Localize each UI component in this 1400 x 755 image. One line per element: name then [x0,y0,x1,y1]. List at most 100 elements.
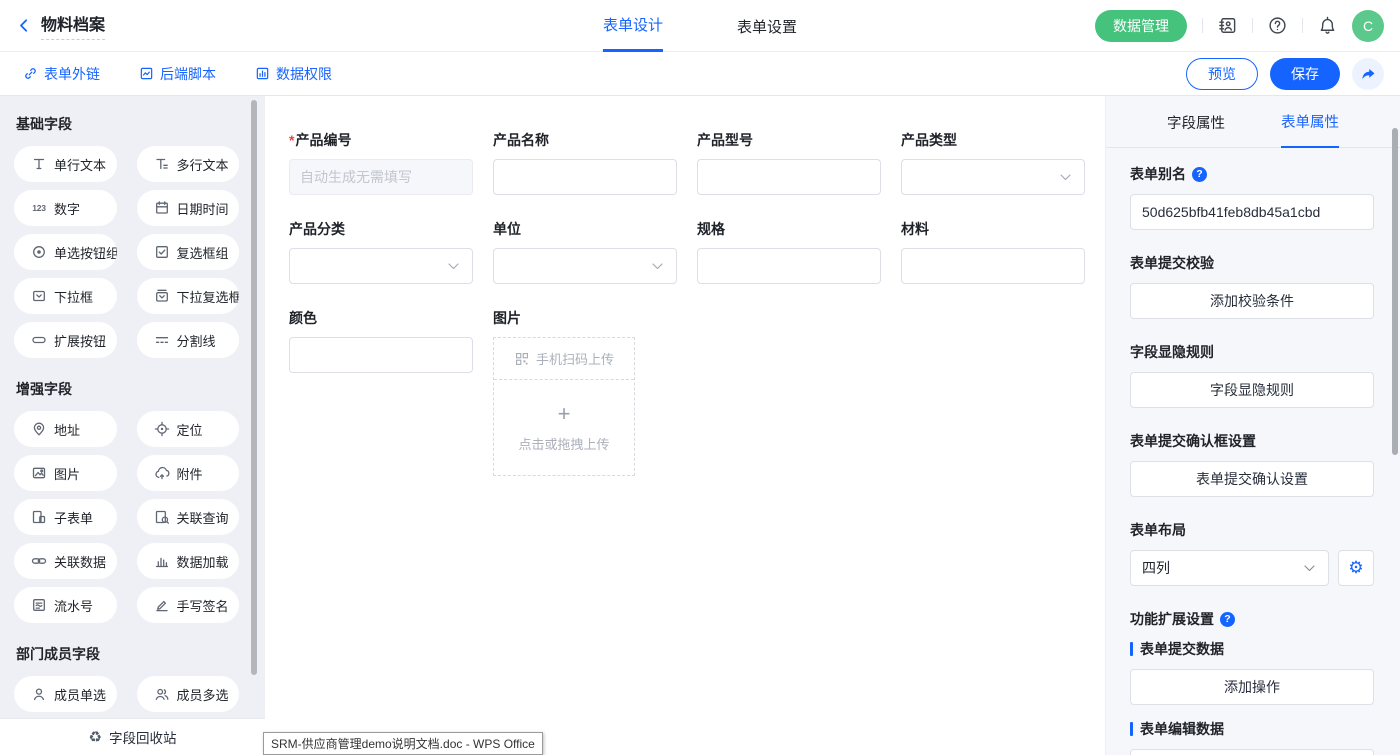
sidebar-item[interactable]: 地址 [14,411,117,447]
properties-panel: 字段属性表单属性 表单别名 ? 表单提交校验 添加校验条件 字段显隐规则 字段显… [1105,96,1400,755]
avatar[interactable]: C [1352,10,1384,42]
scan-upload-label: 手机扫码上传 [536,349,614,368]
sidebar-scrollbar[interactable] [251,100,257,675]
text-input[interactable] [697,248,881,284]
divider-icon [154,332,170,348]
sidebar-item[interactable]: 附件 [137,455,240,491]
page-title[interactable]: 物料档案 [41,11,105,40]
properties-tab[interactable]: 字段属性 [1167,96,1225,148]
sidebar-item-label: 数据加载 [177,552,229,571]
sidebar-item[interactable]: 成员多选 [137,676,240,712]
submit-confirm-button[interactable]: 表单提交确认设置 [1130,461,1374,497]
sidebar-section-grid: 地址定位图片附件子表单 关联查询关联数据 数据加载流水号 手写签名 [14,411,239,623]
sidebar-item[interactable]: 扩展按钮 [14,322,117,358]
add-validation-button[interactable]: 添加校验条件 [1130,283,1374,319]
sidebar-item[interactable]: 手写签名 [137,587,240,623]
select-input[interactable] [493,248,677,284]
divider [1202,18,1203,33]
sidebar-item-label: 日期时间 [177,199,229,218]
sidebar-item[interactable]: 下拉框 [14,278,117,314]
submit-data-label: 表单提交数据 [1130,639,1374,659]
radio-group-icon [31,244,47,260]
image-upload: 手机扫码上传 +点击或拖拽上传 [493,337,635,476]
sidebar-item[interactable]: 图片 [14,455,117,491]
sidebar-item[interactable]: 成员单选 [14,676,117,712]
sidebar-item[interactable]: 分割线 [137,322,240,358]
form-field-label: 规格 [697,219,881,239]
back-button[interactable] [16,17,32,34]
text-input[interactable] [289,337,473,373]
sidebar-item[interactable]: 日期时间 [137,190,240,226]
serial-number-icon [31,597,47,613]
add-action-button[interactable]: 添加操作 [1130,669,1374,705]
data-load-icon [154,553,170,569]
sidebar-section-grid: 单行文本多行文本 123数字 日期时间单选按钮组复选框组下拉框下拉复选框扩展按钮 分割… [14,146,239,358]
text-input[interactable] [493,159,677,195]
properties-scrollbar[interactable] [1392,128,1398,455]
data-manage-button[interactable]: 数据管理 [1095,10,1187,42]
help-icon[interactable]: ? [1192,167,1207,182]
single-line-text-icon [31,156,47,172]
form-toolbar: 表单外链 后端脚本 数据权限 预览 保存 [0,52,1400,96]
app-header: 物料档案 表单设计 表单设置 数据管理 C [0,0,1400,52]
sidebar-item[interactable]: 关联查询 [137,499,240,535]
sidebar-item[interactable]: 流水号 [14,587,117,623]
sidebar-item[interactable]: 复选框组 [137,234,240,270]
form-field-label-text: 产品分类 [289,219,345,239]
sidebar-item-label: 数字 [54,199,80,218]
toolbar-link[interactable]: 后端脚本 [138,64,216,84]
form-field-label: 产品分类 [289,219,473,239]
sidebar-item[interactable]: 下拉复选框 [137,278,240,314]
form-field-label-text: 单位 [493,219,521,239]
sidebar-item[interactable]: 单行文本 [14,146,117,182]
header-tab[interactable]: 表单设置 [737,0,797,52]
contact-book-icon[interactable] [1218,16,1237,35]
linked-query-icon [154,509,170,525]
form-alias-input[interactable] [1130,194,1374,230]
toolbar-link-label: 后端脚本 [160,64,216,84]
bell-icon[interactable] [1318,16,1337,35]
sidebar-item-label: 子表单 [54,508,93,527]
field-recycle-bin[interactable]: ♻ 字段回收站 [0,718,265,755]
sidebar-item-label: 成员单选 [54,685,106,704]
form-field-label-text: 产品名称 [493,130,549,150]
layout-select[interactable]: 四列 [1130,550,1329,586]
sidebar-item[interactable]: 子表单 [14,499,117,535]
select-input[interactable] [289,248,473,284]
sidebar-item[interactable]: 数据加载 [137,543,240,579]
share-button[interactable] [1352,58,1384,90]
sidebar-item[interactable]: 123数字 [14,190,117,226]
form-field-label: 产品类型 [901,130,1085,150]
sidebar-item[interactable]: 单选按钮组 [14,234,117,270]
form-field: 产品型号 [697,130,881,195]
text-input[interactable] [697,159,881,195]
text-input[interactable] [901,248,1085,284]
toolbar-link[interactable]: 数据权限 [254,64,332,84]
add-action-button[interactable]: 添加操作 [1130,749,1374,755]
toolbar-link[interactable]: 表单外链 [22,64,100,84]
gear-icon[interactable]: ⚙ [1338,550,1374,586]
field-recycle-bin-label: 字段回收站 [109,727,177,747]
accent-bar [1130,642,1133,656]
save-button[interactable]: 保存 [1270,58,1340,90]
help-icon[interactable]: ? [1220,612,1235,627]
properties-tab[interactable]: 表单属性 [1281,96,1339,148]
drop-upload-zone[interactable]: +点击或拖拽上传 [494,380,634,475]
text-input[interactable] [289,159,473,195]
sidebar-item-label: 关联数据 [54,552,106,571]
form-field-label: *产品编号 [289,130,473,150]
select-input[interactable] [901,159,1085,195]
sidebar-item-label: 分割线 [177,331,216,350]
field-visibility-button[interactable]: 字段显隐规则 [1130,372,1374,408]
scan-upload-button[interactable]: 手机扫码上传 [494,338,634,380]
preview-button[interactable]: 预览 [1186,58,1258,90]
app-window: 物料档案 表单设计表单设置 数据管理 C 表单外链后端脚本数据权限 预览 保存 … [0,0,1400,755]
sidebar-item[interactable]: 定位 [137,411,240,447]
sidebar-item[interactable]: 关联数据 [14,543,117,579]
subform-icon [31,509,47,525]
sidebar-item-label: 手写签名 [177,596,229,615]
location-icon [154,421,170,437]
header-tab[interactable]: 表单设计 [603,0,663,52]
sidebar-item[interactable]: 多行文本 [137,146,240,182]
help-icon[interactable] [1268,16,1287,35]
